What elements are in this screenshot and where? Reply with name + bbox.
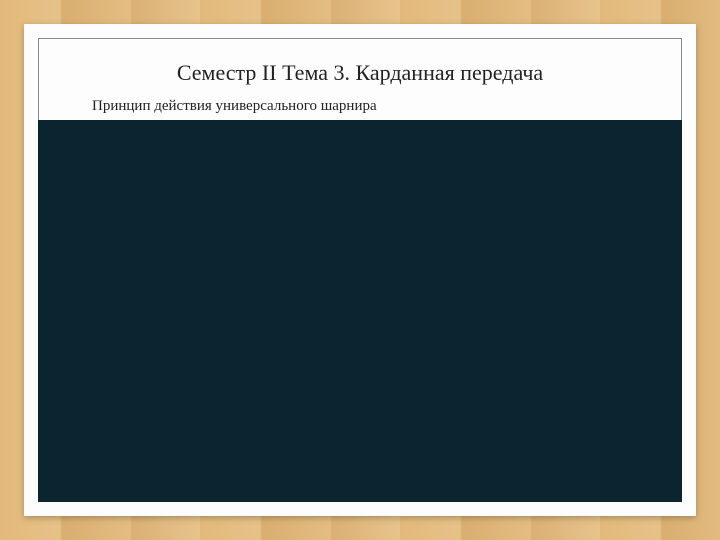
slide-title: Семестр II Тема 3. Карданная передача <box>24 60 696 86</box>
slide-card: Семестр II Тема 3. Карданная передача Пр… <box>24 24 696 516</box>
slide-subtitle: Принцип действия универсального шарнира <box>92 98 377 115</box>
media-placeholder <box>38 120 682 502</box>
wood-background: Семестр II Тема 3. Карданная передача Пр… <box>0 0 720 540</box>
